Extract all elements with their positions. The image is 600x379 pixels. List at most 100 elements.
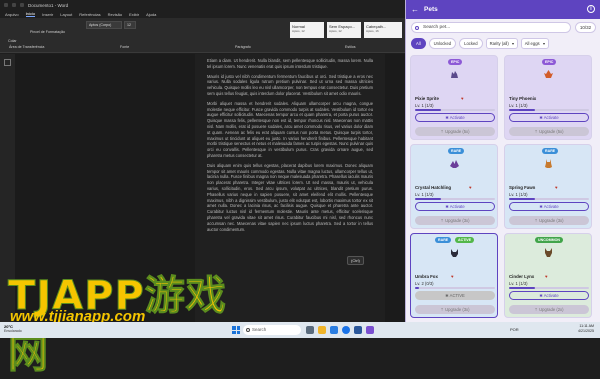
pets-header: ← Pets i	[406, 0, 600, 19]
taskbar: 20°C Ensolarado Search POR 11:11 AM 4/21…	[0, 322, 600, 338]
pet-name: Umbra Fox	[415, 274, 438, 279]
tab-file[interactable]: Arquivo	[5, 12, 19, 17]
word-title-bar: Documento1 - Word	[0, 0, 405, 10]
favorite-icon[interactable]: ♥	[469, 185, 472, 190]
upgrade-label: Upgrade (3x)	[445, 307, 470, 312]
pet-sprite-icon	[451, 249, 458, 257]
pet-level: Lv. 1 (1/3)	[509, 103, 528, 108]
page-icon[interactable]	[4, 59, 11, 66]
favorite-icon[interactable]: ♥	[555, 185, 558, 190]
xp-fill	[509, 287, 536, 289]
pet-name: Tiny Phoenix	[509, 96, 537, 101]
taskbar-search[interactable]: Search	[243, 325, 301, 335]
eggs-select-value: All eggs	[524, 41, 540, 46]
weather-desc: Ensolarado	[4, 329, 22, 333]
favorite-icon[interactable]: ♥	[461, 96, 464, 101]
pet-level: Lv. 1 (1/3)	[415, 192, 434, 197]
style-no-spacing-sub: Aptos, 12	[329, 29, 342, 33]
rarity-select[interactable]: Rarity (all)	[485, 38, 518, 49]
chevron-down-icon	[542, 42, 545, 45]
pet-name: Spring Fawn	[509, 185, 536, 190]
pets-panel: ← Pets i Search pet... 10/32 All Unlocke…	[405, 0, 600, 322]
pet-sprite-icon	[451, 71, 458, 78]
activate-button[interactable]: ✱ Activate	[509, 291, 589, 300]
edge-icon[interactable]	[330, 326, 338, 334]
pet-count: 10/32	[575, 22, 596, 33]
upgrade-label: Upgrade (3x)	[445, 218, 470, 223]
favorite-icon[interactable]: ♥	[545, 274, 548, 279]
format-painter-button[interactable]: Pincel de Formatação	[30, 30, 65, 34]
pet-name: Cinder Lynx	[509, 274, 535, 279]
tab-review[interactable]: Revisão	[108, 12, 122, 17]
clock[interactable]: 11:11 AM 4/21/2025	[578, 324, 594, 334]
taskbar-search-label: Search	[252, 327, 267, 332]
paste-label[interactable]: Colar	[8, 39, 17, 43]
clipboard-group-label: Área de Transferência	[9, 45, 45, 49]
upgrade-button[interactable]: ⇡ Upgrade (5x)	[415, 127, 495, 136]
pet-search-input[interactable]: Search pet...	[411, 22, 571, 33]
activate-button[interactable]: ✱ Activate	[509, 202, 589, 211]
font-name-select[interactable]: Aptos (Corpo)	[86, 21, 122, 29]
pet-sprite-icon	[544, 70, 553, 78]
weather-widget[interactable]: 20°C Ensolarado	[4, 325, 22, 334]
upgrade-button[interactable]: ⇡ Upgrade (5x)	[509, 127, 589, 136]
pets-title: Pets	[424, 6, 438, 13]
undo-icon[interactable]	[20, 3, 24, 7]
pet-name: Crystal Hatchling	[415, 185, 452, 190]
language-indicator[interactable]: POR	[510, 327, 519, 332]
word-icon[interactable]	[354, 326, 362, 334]
upgrade-label: Upgrade (5x)	[539, 129, 564, 134]
xp-fill	[415, 287, 419, 289]
pet-card: UNCOMMON Cinder Lynx ♥ Lv. 1 (1/3) ✱ Act…	[504, 233, 592, 318]
style-heading[interactable]: Cabeçalh... Aptos, 16	[364, 22, 402, 38]
activate-button[interactable]: ✱ Activate	[415, 113, 495, 122]
rarity-badge: RARE	[448, 148, 465, 154]
styles-group-label: Estilos	[345, 45, 356, 49]
favorite-icon[interactable]: ♥	[451, 274, 454, 279]
file-explorer-icon[interactable]	[318, 326, 326, 334]
filter-locked[interactable]: Locked	[459, 38, 483, 49]
style-no-spacing[interactable]: Sem Espaço... Aptos, 12	[327, 22, 361, 38]
upgrade-button[interactable]: ⇡ Upgrade (3x)	[415, 216, 495, 225]
tab-view[interactable]: Exibir	[129, 12, 139, 17]
font-size-select[interactable]: 12	[124, 21, 136, 29]
paragraph-2: Mauris id justo vel nibh condimentum fer…	[207, 73, 373, 96]
active-state-button: ✱ ACTIVE	[415, 291, 495, 300]
watermark: TJAPP游戏网 www.tjjianapp.com	[0, 263, 240, 378]
pet-card: EPIC Tiny Phoenix Lv. 1 (1/3) ✱ Activate…	[504, 55, 592, 140]
tab-references[interactable]: Referências	[79, 12, 100, 17]
tab-help[interactable]: Ajuda	[146, 12, 156, 17]
tab-layout[interactable]: Layout	[60, 12, 72, 17]
tab-insert[interactable]: Inserir	[42, 12, 53, 17]
save-icon[interactable]	[12, 3, 16, 7]
style-normal-sub: Aptos, 12	[292, 29, 305, 33]
paragraph-4: Duis aliquam enim quis tellus egestas, p…	[207, 162, 373, 232]
paragraph-3: Morbi aliquet massa et hendrerit sodales…	[207, 100, 373, 158]
activate-button[interactable]: ✱ Activate	[415, 202, 495, 211]
upgrade-button[interactable]: ⇡ Upgrade (3x)	[509, 216, 589, 225]
upgrade-button[interactable]: ⇡ Upgrade (3x)	[415, 305, 495, 314]
eggs-select[interactable]: All eggs	[520, 38, 549, 49]
autosave-icon[interactable]	[4, 3, 8, 7]
info-icon[interactable]: i	[587, 5, 595, 13]
windows-start-icon[interactable]	[232, 326, 240, 334]
back-arrow-icon[interactable]: ←	[411, 5, 419, 14]
activate-label: Activate	[449, 115, 465, 120]
app-icon[interactable]	[366, 326, 374, 334]
activate-button[interactable]: ✱ Activate	[509, 113, 589, 122]
upgrade-button[interactable]: ⇡ Upgrade (2x)	[509, 305, 589, 314]
rarity-badge: UNCOMMON	[535, 237, 563, 243]
style-normal[interactable]: Normal Aptos, 12	[290, 22, 324, 38]
pet-name: Pixie Sprite	[415, 96, 439, 101]
chrome-icon[interactable]	[342, 326, 350, 334]
pet-sprite-icon	[450, 160, 459, 168]
tab-home[interactable]: Início	[25, 11, 36, 17]
filter-all[interactable]: All	[411, 38, 426, 49]
activate-label: Activate	[543, 293, 559, 298]
rarity-badge: RARE	[542, 148, 559, 154]
filter-unlocked[interactable]: Unlocked	[428, 38, 457, 49]
ribbon: Colar Pincel de Formatação Área de Trans…	[0, 18, 405, 53]
paste-options-pill[interactable]: (Ctrl)	[347, 256, 364, 265]
task-view-icon[interactable]	[306, 326, 314, 334]
clock-date: 4/21/2025	[578, 329, 594, 333]
